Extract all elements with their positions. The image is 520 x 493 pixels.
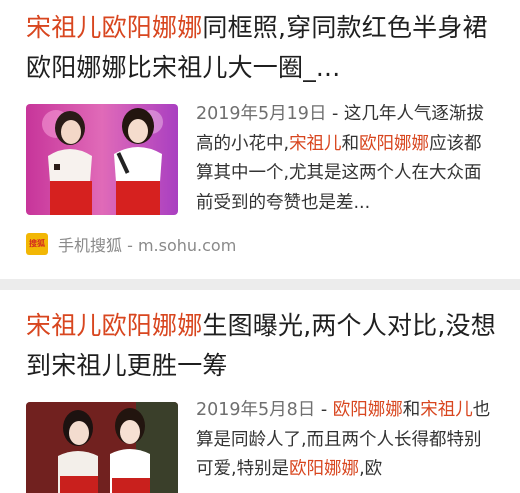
source-label: 手机搜狐 - m.sohu.com: [58, 236, 237, 255]
search-result-1[interactable]: 宋祖儿欧阳娜娜同框照,穿同款红色半身裙欧阳娜娜比宋祖儿大一圈_... 2019年…: [0, 0, 520, 279]
result-title[interactable]: 宋祖儿欧阳娜娜生图曝光,两个人对比,没想到宋祖儿更胜一筹: [26, 306, 506, 386]
thumbnail-image: [26, 402, 178, 493]
result-source[interactable]: 搜狐 手机搜狐 - m.sohu.com: [26, 232, 236, 256]
snippet-text: -: [315, 400, 333, 420]
snippet-highlight: 欧阳娜娜: [332, 400, 403, 420]
result-thumbnail[interactable]: [26, 402, 178, 493]
result-separator: [0, 279, 520, 290]
snippet-highlight: 欧阳娜娜: [359, 133, 430, 154]
snippet-text: ,欧: [359, 459, 383, 479]
snippet-date: 2019年5月19日: [196, 104, 327, 124]
result-snippet: 2019年5月8日 - 欧阳娜娜和宋祖儿也算是同龄人了,而且两个人长得都特别可爱…: [196, 396, 496, 485]
result-snippet: 2019年5月19日 - 这几年人气逐渐拔高的小花中,宋祖儿和欧阳娜娜应该都算其…: [196, 100, 496, 218]
thumbnail-image: [26, 104, 178, 215]
snippet-date: 2019年5月8日: [196, 400, 316, 420]
snippet-highlight: 宋祖儿: [420, 400, 473, 420]
search-result-2[interactable]: 宋祖儿欧阳娜娜生图曝光,两个人对比,没想到宋祖儿更胜一筹 2019年5月8日 -…: [0, 290, 520, 493]
sohu-logo-icon: 搜狐: [26, 233, 48, 255]
result-thumbnail[interactable]: [26, 104, 178, 215]
snippet-text: 和: [341, 133, 360, 154]
title-highlight: 宋祖儿欧阳娜娜: [26, 311, 203, 340]
snippet-highlight: 欧阳娜娜: [289, 459, 360, 479]
title-highlight: 宋祖儿欧阳娜娜: [26, 13, 203, 42]
snippet-text: 和: [402, 400, 421, 420]
snippet-highlight: 宋祖儿: [289, 133, 342, 154]
result-title[interactable]: 宋祖儿欧阳娜娜同框照,穿同款红色半身裙欧阳娜娜比宋祖儿大一圈_...: [26, 8, 506, 88]
